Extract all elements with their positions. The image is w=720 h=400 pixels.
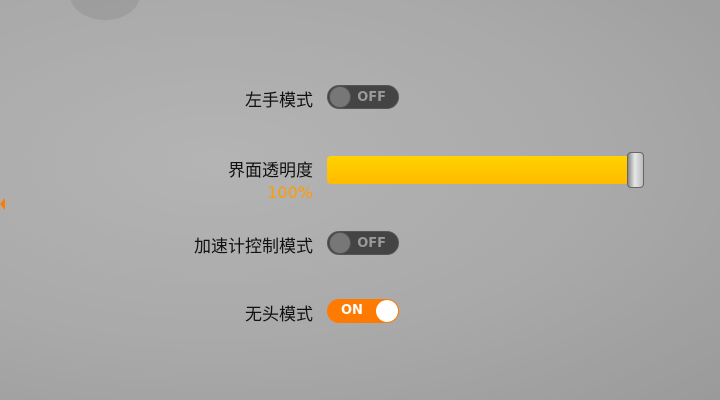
side-panel-handle-icon[interactable]	[0, 198, 5, 210]
toggle-state-text: OFF	[357, 236, 386, 251]
headless-mode-label: 无头模式	[245, 305, 313, 325]
toggle-knob	[329, 86, 351, 108]
accelerometer-mode-toggle[interactable]: OFF	[327, 231, 399, 255]
toggle-state-text: ON	[341, 303, 363, 318]
background-texture	[70, 0, 140, 20]
headless-mode-toggle[interactable]: ON	[327, 299, 399, 323]
toggle-state-text: OFF	[357, 90, 386, 105]
accelerometer-mode-label: 加速计控制模式	[194, 237, 313, 257]
toggle-knob	[376, 300, 398, 322]
left-hand-mode-label: 左手模式	[245, 91, 313, 111]
opacity-value: 100%	[267, 183, 313, 202]
opacity-slider-thumb[interactable]	[627, 152, 644, 188]
opacity-label: 界面透明度	[228, 161, 313, 181]
opacity-slider-track[interactable]	[327, 156, 643, 184]
left-hand-mode-toggle[interactable]: OFF	[327, 85, 399, 109]
toggle-knob	[329, 232, 351, 254]
